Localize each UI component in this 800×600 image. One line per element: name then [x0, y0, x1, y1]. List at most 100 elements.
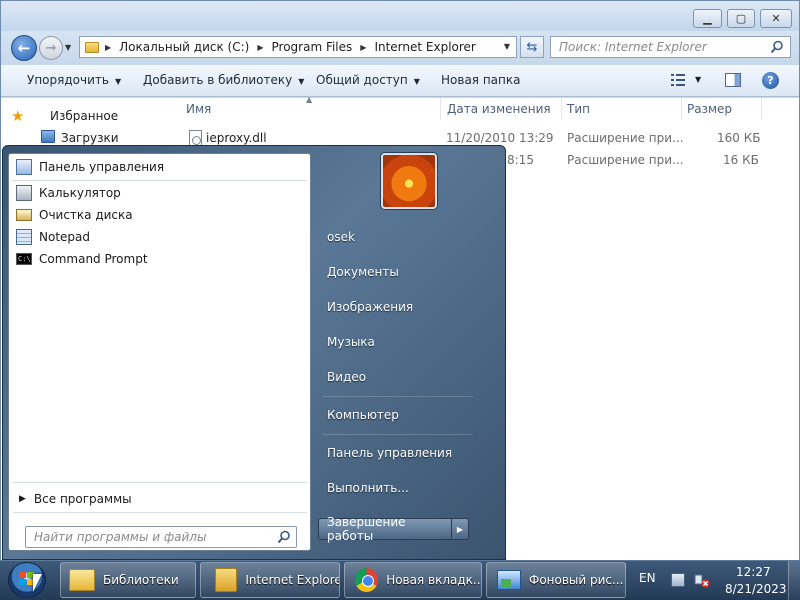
start-right-video[interactable]: Видео	[327, 370, 366, 384]
taskbar-button-libraries[interactable]: Библиотеки	[60, 562, 196, 598]
file-size: 16 КБ	[723, 153, 759, 167]
column-divider[interactable]	[561, 98, 562, 120]
desktop-background-icon	[497, 570, 521, 590]
folder-icon	[215, 568, 238, 592]
divider	[13, 482, 307, 483]
start-search-input[interactable]: Найти программы и файлы	[34, 530, 206, 544]
start-right-control-panel[interactable]: Панель управления	[327, 446, 452, 460]
start-item-command-prompt[interactable]: C:\ Command Prompt	[12, 248, 308, 270]
column-header-size[interactable]: Размер	[687, 102, 732, 116]
column-header-name[interactable]: Имя	[186, 102, 211, 116]
user-avatar[interactable]	[381, 153, 437, 209]
chevron-right-icon[interactable]: ▶	[257, 43, 263, 52]
new-folder-label: Новая папка	[441, 73, 521, 87]
file-size: 160 КБ	[717, 131, 761, 145]
shutdown-button[interactable]: Завершение работы	[318, 515, 452, 543]
folder-icon	[85, 41, 99, 53]
help-icon[interactable]: ?	[762, 72, 779, 89]
minimize-icon: ▁	[703, 12, 712, 25]
start-item-label: Notepad	[39, 230, 90, 244]
triangle-right-icon: ▶	[456, 524, 464, 534]
maximize-button[interactable]: ▢	[727, 9, 755, 28]
taskbar-button-internet-explorer[interactable]: Internet Explorer	[200, 562, 340, 598]
search-icon[interactable]	[277, 530, 291, 544]
organize-button[interactable]: Упорядочить ▼	[27, 73, 121, 87]
close-button[interactable]: ✕	[760, 9, 792, 28]
taskbar-button-label: Новая вкладк...	[386, 573, 481, 587]
breadcrumb-internet-explorer[interactable]: Internet Explorer	[374, 40, 475, 54]
start-item-notepad[interactable]: Notepad	[12, 226, 308, 248]
start-right-run[interactable]: Выполнить...	[327, 481, 409, 495]
chevron-down-icon[interactable]: ▼	[695, 75, 701, 84]
nav-favorites[interactable]: Избранное	[50, 109, 118, 123]
share-label: Общий доступ	[316, 73, 408, 87]
recent-pages-dropdown[interactable]: ▼	[65, 43, 71, 52]
start-right-user[interactable]: osek	[327, 230, 355, 244]
clock-time[interactable]: 12:27	[736, 565, 771, 579]
chevron-right-icon[interactable]: ▶	[360, 43, 366, 52]
clock-date[interactable]: 8/21/2023	[725, 582, 787, 596]
preview-pane-icon[interactable]	[725, 73, 741, 87]
star-icon: ★	[11, 107, 25, 125]
column-header-date[interactable]: Дата изменения	[447, 102, 551, 116]
nav-downloads[interactable]: Загрузки	[61, 131, 119, 145]
show-desktop-button[interactable]	[788, 561, 800, 600]
all-programs-button[interactable]: ▶ Все программы	[19, 492, 132, 506]
column-divider[interactable]	[761, 98, 762, 120]
start-right-pictures[interactable]: Изображения	[327, 300, 413, 314]
address-dropdown-icon[interactable]: ▼	[504, 42, 510, 51]
chevron-down-icon: ▼	[413, 77, 420, 86]
file-date: 8:15	[507, 153, 534, 167]
view-options-icon[interactable]	[671, 74, 685, 86]
refresh-button[interactable]: ⇆	[520, 36, 544, 58]
notepad-icon	[16, 229, 32, 245]
column-divider[interactable]	[440, 98, 441, 120]
new-folder-button[interactable]: Новая папка	[441, 73, 520, 87]
taskbar-button-desktop-background[interactable]: Фоновый рис...	[486, 562, 626, 598]
search-box[interactable]: Поиск: Internet Explorer	[550, 36, 791, 58]
arrow-right-icon: →	[45, 40, 57, 56]
chevron-right-icon[interactable]: ▶	[105, 43, 111, 52]
forward-button[interactable]: →	[39, 36, 63, 60]
command-bar: Упорядочить ▼ Добавить в библиотеку ▼ Общи…	[1, 65, 799, 97]
start-item-label: Калькулятор	[39, 186, 121, 200]
start-item-control-panel[interactable]: Панель управления	[12, 156, 308, 178]
start-item-disk-cleanup[interactable]: Очистка диска	[12, 204, 308, 226]
taskbar-button-chrome[interactable]: Новая вкладк...	[344, 562, 482, 598]
add-to-library-label: Добавить в библиотеку	[143, 73, 293, 87]
calculator-icon	[16, 185, 32, 201]
chrome-icon	[355, 568, 379, 592]
search-icon[interactable]	[770, 40, 784, 54]
refresh-icon: ⇆	[526, 39, 538, 55]
disk-cleanup-icon	[16, 209, 32, 221]
add-to-library-button[interactable]: Добавить в библиотеку ▼	[143, 73, 304, 87]
share-button[interactable]: Общий доступ ▼	[316, 73, 420, 87]
start-search-box[interactable]: Найти программы и файлы	[25, 526, 297, 548]
shutdown-label: Завершение работы	[327, 515, 406, 543]
downloads-folder-icon	[41, 130, 55, 143]
column-divider[interactable]	[681, 98, 682, 120]
start-right-documents[interactable]: Документы	[327, 265, 399, 279]
start-right-computer[interactable]: Компьютер	[327, 408, 399, 422]
libraries-icon	[69, 569, 95, 591]
network-disconnected-icon[interactable]	[694, 574, 710, 588]
start-menu: Панель управления Калькулятор Очистка ди…	[2, 145, 506, 560]
start-item-calculator[interactable]: Калькулятор	[12, 182, 308, 204]
column-header-type[interactable]: Тип	[567, 102, 590, 116]
action-center-icon[interactable]	[671, 573, 685, 587]
file-type: Расширение при...	[567, 131, 684, 145]
address-bar[interactable]: ▶ Локальный диск (C:) ▶ Program Files ▶ …	[79, 36, 517, 58]
back-button[interactable]: ←	[11, 35, 37, 61]
breadcrumb-program-files[interactable]: Program Files	[272, 40, 353, 54]
start-item-label: Очистка диска	[39, 208, 133, 222]
shutdown-options-button[interactable]: ▶	[451, 518, 469, 540]
dll-file-icon	[189, 130, 202, 146]
start-right-music[interactable]: Музыка	[327, 335, 375, 349]
sort-ascending-icon: ▲	[306, 95, 313, 104]
triangle-right-icon: ▶	[19, 494, 26, 504]
breadcrumb-local-disk[interactable]: Локальный диск (C:)	[119, 40, 249, 54]
search-input[interactable]: Поиск: Internet Explorer	[559, 40, 707, 54]
divider	[13, 512, 307, 513]
minimize-button[interactable]: ▁	[693, 9, 722, 28]
language-indicator[interactable]: EN	[639, 571, 656, 585]
